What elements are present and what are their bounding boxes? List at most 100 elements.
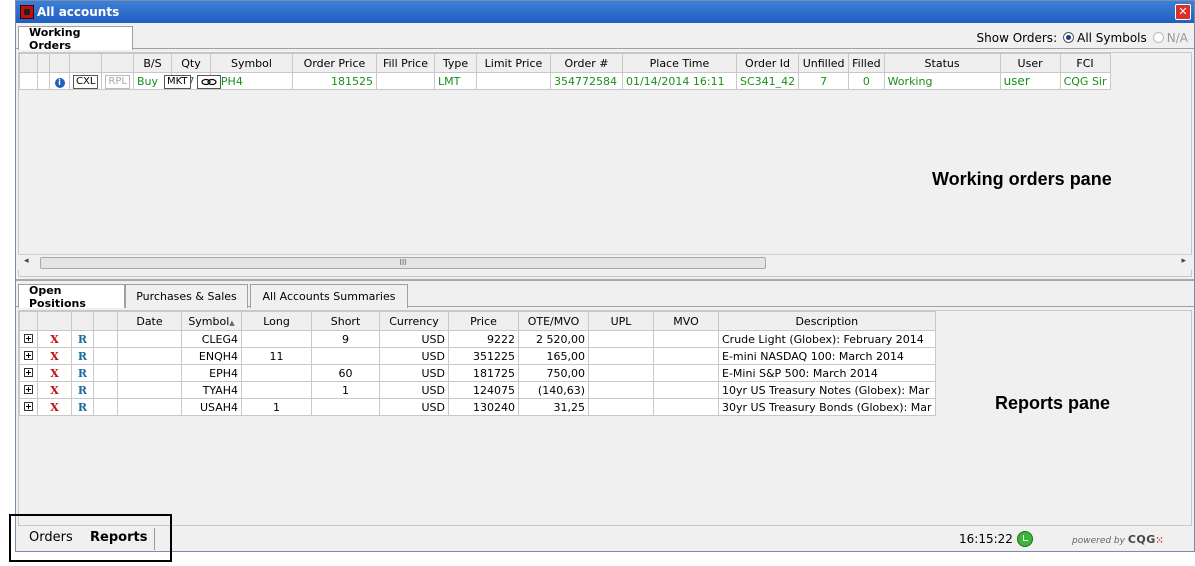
cancel-order-button[interactable]: CXL xyxy=(73,74,99,89)
col-header-bs[interactable]: B/S xyxy=(132,53,172,73)
order-id: SC341_42 xyxy=(735,72,800,90)
scroll-thumb[interactable]: III xyxy=(40,257,766,269)
col-header-status[interactable]: Status xyxy=(883,53,1001,73)
brand-name: CQG xyxy=(1127,533,1156,546)
expand-plus-icon[interactable] xyxy=(24,384,33,394)
col-header-qty[interactable]: Qty xyxy=(170,53,211,73)
position-description: 30yr US Treasury Bonds (Globex): Mar xyxy=(718,398,936,416)
table-row[interactable]: X R ENQH4 11 USD 351225 165,00 E-mini NASDAQ 10… xyxy=(19,347,936,365)
col-header-order-no[interactable]: Order # xyxy=(549,53,623,73)
col-header[interactable] xyxy=(37,311,72,331)
show-orders-filter: Show Orders: All Symbols N/A xyxy=(977,31,1188,45)
tab-reports[interactable]: Reports xyxy=(90,530,147,545)
order-status: Working xyxy=(883,72,1001,90)
table-row[interactable]: X R CLEG4 9 USD 9222 2 520,00 Crude Light (Glob… xyxy=(19,330,936,348)
expand-plus-icon[interactable] xyxy=(24,401,33,411)
horizontal-scrollbar[interactable]: ◂ III ▸ xyxy=(18,254,1192,270)
col-header-fci[interactable]: FCI xyxy=(1059,53,1111,73)
close-position-button[interactable]: X xyxy=(50,401,59,414)
order-symbol: EPH4 xyxy=(209,72,293,90)
position-currency: USD xyxy=(379,364,449,382)
col-header-currency[interactable]: Currency xyxy=(379,311,449,331)
col-header-symbol[interactable]: Symbol▲ xyxy=(181,311,242,331)
radio-all-symbols[interactable]: All Symbols xyxy=(1063,31,1147,45)
tab-working-orders[interactable]: Working Orders xyxy=(18,26,133,52)
expand-plus-icon[interactable] xyxy=(24,367,33,377)
tab-purchases-sales[interactable]: Purchases & Sales xyxy=(125,284,248,308)
table-row[interactable]: X R USAH4 1 USD 130240 31,25 30yr US Treasury B… xyxy=(19,398,936,416)
market-order-button[interactable]: MKT xyxy=(164,75,191,89)
col-header-fill-price[interactable]: Fill Price xyxy=(375,53,435,73)
col-header-unfilled[interactable]: Unfilled xyxy=(798,53,850,73)
col-header[interactable] xyxy=(19,53,38,73)
open-positions-table: Date Symbol▲ Long Short Currency Price O… xyxy=(19,311,936,416)
replace-order-button[interactable]: RPL xyxy=(105,74,130,89)
expand-cell xyxy=(19,330,38,348)
col-header-type[interactable]: Type xyxy=(433,53,477,73)
link-icon[interactable] xyxy=(197,75,221,89)
table-row[interactable]: X R TYAH4 1 USD 124075 (140,63) 10yr US Treasur… xyxy=(19,381,936,399)
close-position-button[interactable]: X xyxy=(50,367,59,380)
col-header-order-price[interactable]: Order Price xyxy=(291,53,377,73)
scroll-right-icon[interactable]: ▸ xyxy=(1181,256,1186,266)
col-header-symbol-label: Symbol xyxy=(188,314,230,328)
info-icon[interactable]: i xyxy=(54,77,65,88)
col-header[interactable] xyxy=(101,53,134,73)
expand-cell xyxy=(19,364,38,382)
tab-open-positions[interactable]: Open Positions xyxy=(18,284,125,310)
spacer-cell xyxy=(93,347,118,365)
close-position-cell: X xyxy=(37,347,72,365)
reverse-position-button[interactable]: R xyxy=(78,333,87,346)
col-header-long[interactable]: Long xyxy=(241,311,312,331)
close-position-cell: X xyxy=(37,330,72,348)
close-position-button[interactable]: X xyxy=(50,333,59,346)
col-header-ote-mvo[interactable]: OTE/MVO xyxy=(518,311,589,331)
col-header-price[interactable]: Price xyxy=(448,311,519,331)
tab-orders[interactable]: Orders xyxy=(29,530,73,545)
col-header-limit-price[interactable]: Limit Price xyxy=(475,53,551,73)
col-header-filled[interactable]: Filled xyxy=(848,53,885,73)
position-long: 11 xyxy=(241,347,312,365)
row-selector[interactable] xyxy=(19,72,38,90)
reverse-position-cell: R xyxy=(71,347,94,365)
col-header[interactable] xyxy=(93,311,118,331)
col-header-user[interactable]: User xyxy=(999,53,1061,73)
close-position-button[interactable]: X xyxy=(50,384,59,397)
col-header-description[interactable]: Description xyxy=(718,311,936,331)
position-mvo xyxy=(653,330,719,348)
position-date xyxy=(117,398,182,416)
col-header[interactable] xyxy=(68,53,103,73)
col-header-upl[interactable]: UPL xyxy=(588,311,654,331)
scroll-left-icon[interactable]: ◂ xyxy=(24,256,29,266)
col-header-symbol[interactable]: Symbol xyxy=(209,53,293,73)
position-mvo xyxy=(653,381,719,399)
close-position-button[interactable]: X xyxy=(50,350,59,363)
col-header-mvo[interactable]: MVO xyxy=(653,311,719,331)
position-price: 9222 xyxy=(448,330,519,348)
col-header[interactable] xyxy=(19,311,38,331)
col-header[interactable] xyxy=(37,53,50,73)
col-header-date[interactable]: Date xyxy=(117,311,182,331)
reverse-position-button[interactable]: R xyxy=(78,401,87,414)
expand-plus-icon[interactable] xyxy=(24,350,33,360)
row-drag-handle[interactable] xyxy=(37,72,50,90)
sort-ascending-icon: ▲ xyxy=(229,318,235,327)
radio-na[interactable]: N/A xyxy=(1152,31,1188,45)
info-cell[interactable]: i xyxy=(49,72,70,90)
radio-na-label: N/A xyxy=(1166,31,1188,45)
reverse-position-button[interactable]: R xyxy=(78,384,87,397)
order-filled: 0 xyxy=(848,72,885,90)
reverse-position-button[interactable]: R xyxy=(78,367,87,380)
tab-all-accounts-summaries[interactable]: All Accounts Summaries xyxy=(250,284,408,308)
col-header[interactable] xyxy=(71,311,94,331)
table-row[interactable]: X R EPH4 60 USD 181725 750,00 E-Mini S&P 500: M… xyxy=(19,364,936,382)
close-icon[interactable]: ✕ xyxy=(1175,4,1191,20)
reverse-position-button[interactable]: R xyxy=(78,350,87,363)
expand-plus-icon[interactable] xyxy=(24,333,33,343)
col-header-short[interactable]: Short xyxy=(311,311,380,331)
col-header[interactable] xyxy=(49,53,70,73)
position-price: 124075 xyxy=(448,381,519,399)
position-symbol: ENQH4 xyxy=(181,347,242,365)
col-header-order-id[interactable]: Order Id xyxy=(735,53,800,73)
col-header-place-time[interactable]: Place Time xyxy=(621,53,737,73)
